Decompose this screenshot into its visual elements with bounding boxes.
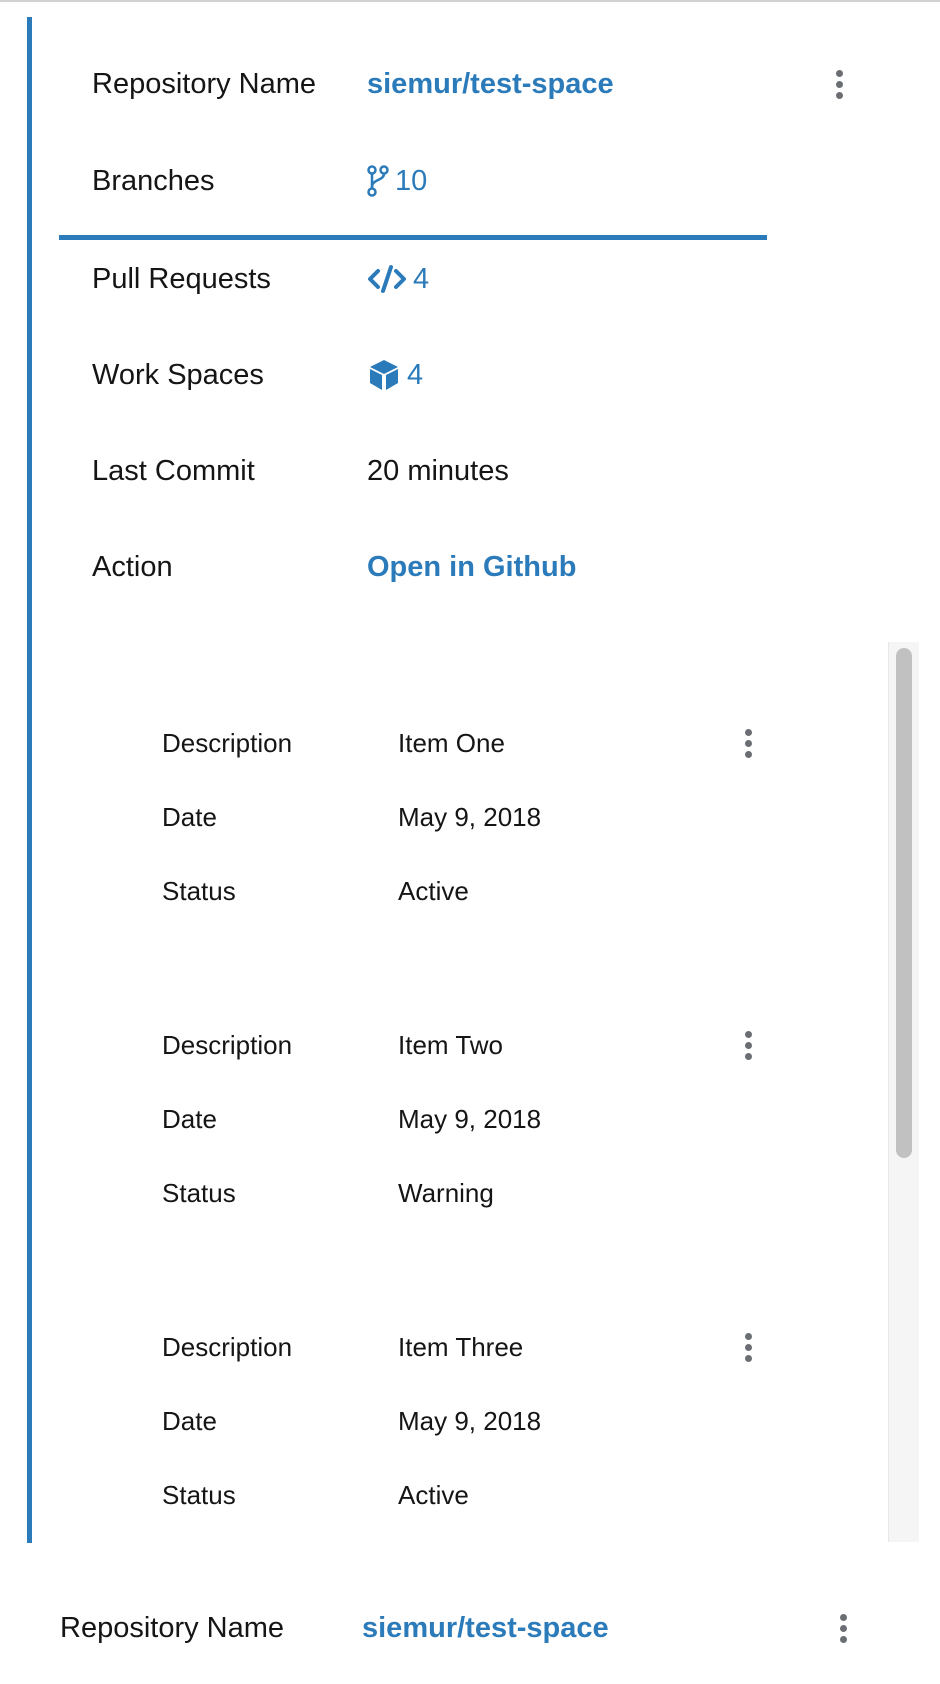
repository-name-value: siemur/test-space: [367, 68, 614, 100]
kebab-dot: [839, 1613, 847, 1621]
row-kebab-button[interactable]: [829, 66, 849, 102]
kebab-dot: [744, 1041, 752, 1049]
kebab-dot: [744, 1332, 752, 1340]
next-row: Repository Name siemur/test-space: [0, 1590, 940, 1684]
kebab-dot: [839, 1635, 847, 1643]
kebab-dot: [835, 91, 843, 99]
date-value: May 9, 2018: [398, 802, 542, 832]
scrollbar-thumb[interactable]: [896, 648, 912, 1158]
work-spaces-count: 4: [407, 359, 424, 391]
last-commit-value: 20 minutes: [367, 455, 509, 487]
description-value: Item Three: [398, 1332, 524, 1362]
date-value: May 9, 2018: [398, 1406, 542, 1436]
kebab-dot: [744, 739, 752, 747]
item-kebab-button[interactable]: [738, 725, 758, 761]
pull-requests-label: Pull Requests: [92, 263, 271, 295]
kebab-dot: [744, 1052, 752, 1060]
row-kebab-button[interactable]: [833, 1610, 853, 1646]
repository-name-label: Repository Name: [60, 1612, 285, 1644]
work-spaces-label: Work Spaces: [92, 359, 264, 391]
kebab-dot: [744, 728, 752, 736]
date-label: Date: [162, 1104, 217, 1134]
open-in-github-link[interactable]: Open in Github: [367, 549, 576, 585]
nested-list-scroll-area[interactable]: Description Item One Date May 9, 2018 St…: [32, 643, 940, 1543]
date-label: Date: [162, 1406, 217, 1436]
date-value: May 9, 2018: [398, 1104, 542, 1134]
last-commit-label: Last Commit: [92, 455, 255, 487]
description-value: Item Two: [398, 1030, 504, 1060]
repository-name-label: Repository Name: [92, 68, 317, 100]
kebab-dot: [744, 1030, 752, 1038]
branches-active-underline: [59, 235, 767, 240]
item-kebab-button[interactable]: [738, 1027, 758, 1063]
repository-name-link[interactable]: siemur/test-space: [367, 66, 614, 102]
status-label: Status: [162, 1178, 236, 1208]
top-border: [0, 0, 940, 2]
kebab-dot: [744, 750, 752, 758]
kebab-dot: [835, 69, 843, 77]
work-spaces-link[interactable]: 4: [367, 357, 423, 393]
code-branch-icon: [367, 165, 389, 197]
status-label: Status: [162, 1480, 236, 1510]
branches-label: Branches: [92, 165, 215, 197]
branches-link[interactable]: 10: [367, 163, 427, 199]
kebab-dot: [744, 1343, 752, 1351]
kebab-dot: [744, 1354, 752, 1362]
status-value: Warning: [398, 1178, 494, 1208]
action-label: Action: [92, 551, 173, 583]
cube-icon: [370, 360, 398, 390]
branches-count: 10: [395, 165, 428, 197]
status-value: Active: [398, 876, 469, 906]
repository-name-link[interactable]: siemur/test-space: [362, 1610, 609, 1646]
description-label: Description: [162, 1030, 293, 1060]
kebab-dot: [839, 1624, 847, 1632]
pull-requests-link[interactable]: 4: [367, 261, 429, 297]
description-label: Description: [162, 1332, 293, 1362]
code-icon: [368, 265, 406, 293]
date-label: Date: [162, 802, 217, 832]
kebab-dot: [835, 80, 843, 88]
status-value: Active: [398, 1480, 469, 1510]
status-label: Status: [162, 876, 236, 906]
pull-requests-count: 4: [413, 263, 430, 295]
repository-name-value: siemur/test-space: [362, 1612, 609, 1644]
description-label: Description: [162, 728, 293, 758]
item-kebab-button[interactable]: [738, 1329, 758, 1365]
description-value: Item One: [398, 728, 505, 758]
